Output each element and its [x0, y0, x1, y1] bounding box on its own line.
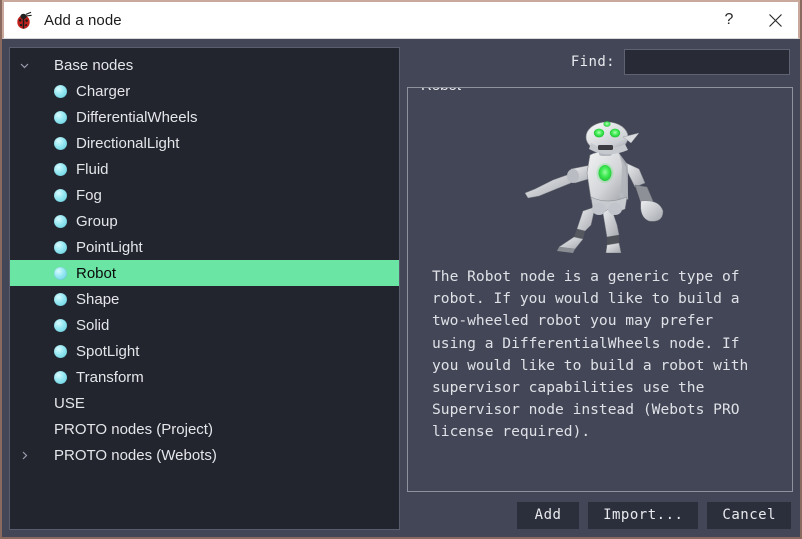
tree-item-label: DifferentialWheels	[76, 108, 198, 126]
add-a-node-dialog: Add a node ? Base nodes Charger Differenti…	[0, 0, 802, 539]
title-bar: Add a node ?	[2, 0, 800, 39]
tree-item-shape[interactable]: Shape	[10, 286, 399, 312]
tree-item-proto-nodes-project[interactable]: PROTO nodes (Project)	[10, 416, 399, 442]
tree-item-base-nodes[interactable]: Base nodes	[10, 52, 399, 78]
node-bullet-icon	[54, 266, 67, 280]
tree-item-label: PointLight	[76, 238, 143, 256]
tree-item-pointlight[interactable]: PointLight	[10, 234, 399, 260]
node-bullet-icon	[54, 188, 67, 202]
node-bullet-icon	[54, 162, 67, 176]
tree-item-label: PROTO nodes (Webots)	[54, 446, 217, 464]
left-eye-led	[593, 128, 605, 138]
tree-item-label: Fluid	[76, 160, 109, 178]
tree-item-fluid[interactable]: Fluid	[10, 156, 399, 182]
tree-item-label: DirectionalLight	[76, 134, 180, 152]
node-details-groupbox: Robot	[407, 87, 793, 492]
node-bullet-icon	[54, 318, 67, 332]
webots-ladybug-icon	[13, 9, 35, 31]
window-title: Add a node	[44, 11, 122, 29]
tree-item-robot[interactable]: Robot	[10, 260, 399, 286]
node-bullet-icon	[54, 84, 67, 98]
dialog-button-row: Add Import... Cancel	[407, 500, 793, 530]
tree-item-label: Robot	[76, 264, 117, 282]
tree-item-differentialwheels[interactable]: DifferentialWheels	[10, 104, 399, 130]
tree-item-label: Fog	[76, 186, 102, 204]
details-panel: Find: Robot	[407, 47, 793, 530]
tree-item-transform[interactable]: Transform	[10, 364, 399, 390]
find-row: Find:	[407, 47, 793, 77]
groupbox-title: Robot	[417, 88, 468, 94]
node-bullet-icon	[54, 370, 67, 384]
node-description: The Robot node is a generic type of robo…	[432, 268, 749, 441]
tree-item-proto-nodes-webots[interactable]: PROTO nodes (Webots)	[10, 442, 399, 468]
close-button[interactable]	[752, 1, 798, 39]
forehead-led	[603, 121, 611, 127]
tree-item-label: Shape	[76, 290, 120, 308]
dialog-body: Base nodes Charger DifferentialWheels Direc…	[2, 39, 800, 537]
tree-item-label: Base nodes	[54, 56, 134, 74]
find-label: Find:	[570, 54, 615, 70]
help-button[interactable]: ?	[706, 1, 752, 39]
close-icon	[768, 13, 782, 27]
tree-item-fog[interactable]: Fog	[10, 182, 399, 208]
tree-item-label: Solid	[76, 316, 110, 334]
node-bullet-icon	[54, 292, 67, 306]
tree-item-label: PROTO nodes (Project)	[54, 420, 213, 438]
tree-item-charger[interactable]: Charger	[10, 78, 399, 104]
chevron-down-icon[interactable]	[16, 61, 32, 70]
chevron-right-icon[interactable]	[16, 451, 32, 460]
tree-item-group[interactable]: Group	[10, 208, 399, 234]
search-input[interactable]	[624, 49, 790, 75]
tree-item-label: Charger	[76, 82, 131, 100]
node-bullet-icon	[54, 240, 67, 254]
tree-item-label: Transform	[76, 368, 144, 386]
robot-illustration	[524, 121, 664, 253]
node-bullet-icon	[54, 110, 67, 124]
node-bullet-icon	[54, 344, 67, 358]
tree-item-label: Group	[76, 212, 118, 230]
tree-item-use[interactable]: USE	[10, 390, 399, 416]
tree-item-label: SpotLight	[76, 342, 140, 360]
node-bullet-icon	[54, 214, 67, 228]
tree-item-spotlight[interactable]: SpotLight	[10, 338, 399, 364]
import-button[interactable]: Import...	[588, 501, 699, 529]
add-button[interactable]: Add	[517, 501, 580, 529]
node-bullet-icon	[54, 136, 67, 150]
node-tree[interactable]: Base nodes Charger DifferentialWheels Direc…	[9, 47, 400, 530]
tree-item-label: USE	[54, 394, 85, 412]
tree-item-solid[interactable]: Solid	[10, 312, 399, 338]
cancel-button[interactable]: Cancel	[707, 501, 791, 529]
robot-preview-image	[418, 102, 782, 254]
tree-item-directionallight[interactable]: DirectionalLight	[10, 130, 399, 156]
right-eye-led	[609, 128, 621, 138]
